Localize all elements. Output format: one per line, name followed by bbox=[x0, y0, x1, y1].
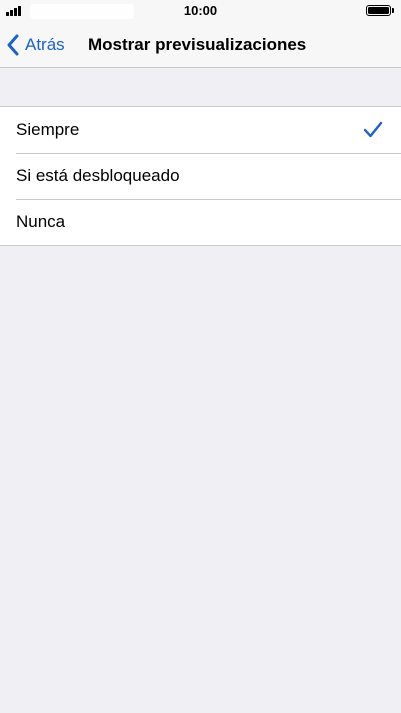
preview-options-list: Siempre Si está desbloqueado Nunca bbox=[0, 106, 401, 246]
page-title: Mostrar previsualizaciones bbox=[88, 35, 307, 54]
option-label: Nunca bbox=[16, 212, 66, 231]
navigation-bar: Atrás Mostrar previsualizaciones bbox=[0, 22, 401, 68]
option-always[interactable]: Siempre bbox=[0, 107, 401, 153]
back-button[interactable]: Atrás bbox=[6, 22, 65, 67]
option-never[interactable]: Nunca bbox=[0, 199, 401, 245]
option-when-unlocked[interactable]: Si está desbloqueado bbox=[0, 153, 401, 199]
option-label: Si está desbloqueado bbox=[16, 166, 180, 185]
option-label: Siempre bbox=[16, 120, 80, 139]
checkmark-icon bbox=[363, 121, 383, 138]
battery-icon bbox=[366, 5, 391, 16]
status-time: 10:00 bbox=[183, 3, 218, 18]
chevron-left-icon bbox=[7, 34, 19, 55]
battery-tip bbox=[392, 8, 394, 13]
back-button-label: Atrás bbox=[25, 34, 65, 54]
status-bar: 10:00 bbox=[0, 0, 401, 22]
